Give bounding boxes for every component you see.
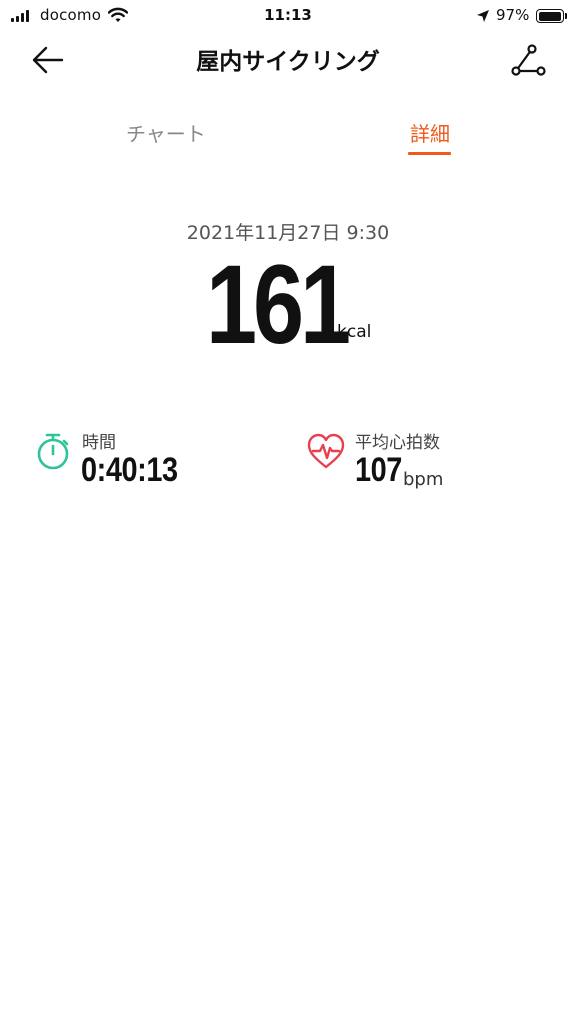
heart-rate-label: 平均心拍数 <box>355 433 440 453</box>
location-arrow-icon <box>476 8 490 27</box>
navigation-bar: 屋内サイクリング <box>0 32 576 88</box>
tab-bar: チャート 詳細 <box>0 112 576 162</box>
page-title: 屋内サイクリング <box>196 49 380 75</box>
heart-rate-value: 107 <box>355 451 402 489</box>
workout-datetime: 2021年11月27日 9:30 <box>186 222 390 244</box>
battery-icon <box>536 9 564 23</box>
duration-value: 0:40:13 <box>81 451 178 489</box>
heart-rate-unit: bpm <box>403 469 444 490</box>
tab-chart[interactable]: チャート <box>126 118 206 147</box>
route-button[interactable] <box>506 40 550 80</box>
calories-unit: kcal <box>337 322 372 342</box>
route-icon <box>511 44 546 76</box>
calories-value: 161 <box>206 242 351 367</box>
battery-cap <box>565 13 567 19</box>
stopwatch-icon <box>34 432 72 476</box>
status-bar: docomo 11:13 97% <box>0 0 576 32</box>
tab-detail[interactable]: 詳細 <box>410 118 450 147</box>
battery-percentage: 97% <box>496 6 530 24</box>
duration-label: 時間 <box>82 433 116 453</box>
heart-rate-icon <box>306 432 346 474</box>
active-tab-indicator <box>408 152 451 155</box>
